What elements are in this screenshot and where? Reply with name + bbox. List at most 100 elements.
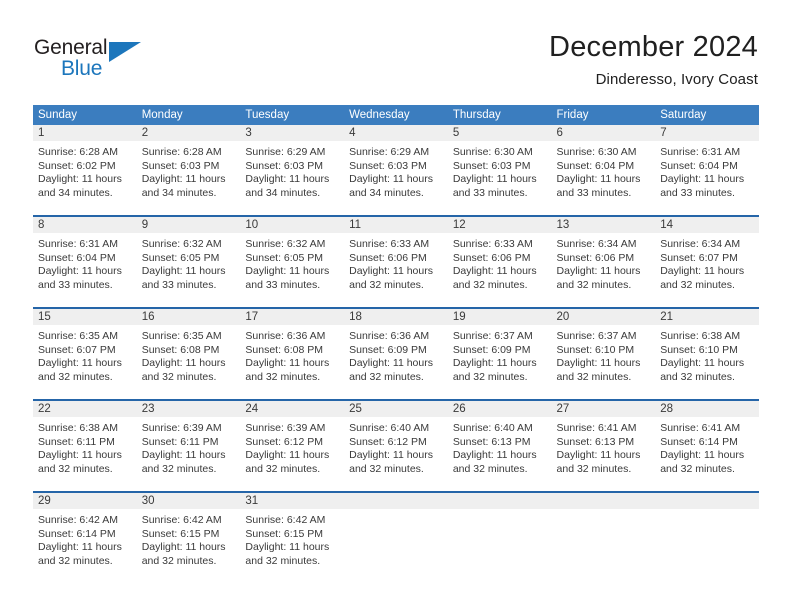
daylight-text-line2: and 32 minutes. <box>245 462 321 475</box>
calendar-day-cell[interactable]: 7 Sunrise: 6:31 AM Sunset: 6:04 PM Daylight… <box>655 125 759 207</box>
sunset-text: Sunset: 6:10 PM <box>556 343 635 356</box>
calendar-week-cells: 22 Sunrise: 6:38 AM Sunset: 6:11 PM Dayligh… <box>33 401 759 483</box>
day-details: Sunrise: 6:37 AM Sunset: 6:09 PM Daylight:… <box>447 325 552 385</box>
calendar-day-cell-empty <box>447 493 552 575</box>
calendar-day-cell[interactable]: 27 Sunrise: 6:41 AM Sunset: 6:13 PM Dayligh… <box>551 401 656 483</box>
calendar-day-cell[interactable]: 14 Sunrise: 6:34 AM Sunset: 6:07 PM Dayligh… <box>655 217 759 299</box>
calendar-day-cell[interactable]: 10 Sunrise: 6:32 AM Sunset: 6:05 PM Dayligh… <box>240 217 345 299</box>
calendar-day-cell[interactable]: 31 Sunrise: 6:42 AM Sunset: 6:15 PM Dayligh… <box>240 493 345 575</box>
day-number: 17 <box>240 309 345 325</box>
sunset-text: Sunset: 6:13 PM <box>556 435 635 448</box>
daylight-text-line2: and 32 minutes. <box>556 462 632 475</box>
day-details: Sunrise: 6:28 AM Sunset: 6:03 PM Daylight:… <box>136 141 241 201</box>
day-number <box>655 493 759 509</box>
weekday-header-sunday: Sunday <box>38 109 78 121</box>
sunrise-text: Sunrise: 6:32 AM <box>245 238 326 250</box>
sunset-text: Sunset: 6:06 PM <box>556 251 635 264</box>
calendar-day-cell[interactable]: 18 Sunrise: 6:36 AM Sunset: 6:09 PM Dayligh… <box>344 309 448 391</box>
daylight-text-line2: and 32 minutes. <box>452 370 528 383</box>
sunrise-text: Sunrise: 6:38 AM <box>660 330 741 342</box>
daylight-text-line1: Daylight: 11 hours <box>452 357 537 370</box>
calendar-day-cell[interactable]: 4 Sunrise: 6:29 AM Sunset: 6:03 PM Daylight… <box>344 125 448 207</box>
daylight-text-line2: and 33 minutes. <box>245 278 321 291</box>
day-details: Sunrise: 6:32 AM Sunset: 6:05 PM Daylight:… <box>240 233 345 293</box>
calendar-day-cell[interactable]: 25 Sunrise: 6:40 AM Sunset: 6:12 PM Dayligh… <box>344 401 448 483</box>
daylight-text-line2: and 33 minutes. <box>141 278 217 291</box>
daylight-text-line2: and 32 minutes. <box>141 370 217 383</box>
calendar-day-cell[interactable]: 15 Sunrise: 6:35 AM Sunset: 6:07 PM Dayligh… <box>33 309 137 391</box>
calendar-day-cell[interactable]: 20 Sunrise: 6:37 AM Sunset: 6:10 PM Dayligh… <box>551 309 656 391</box>
sunrise-text: Sunrise: 6:37 AM <box>452 330 533 342</box>
daylight-text-line1: Daylight: 11 hours <box>452 265 537 278</box>
day-number: 26 <box>447 401 552 417</box>
sunset-text: Sunset: 6:04 PM <box>660 159 738 172</box>
calendar-day-cell[interactable]: 21 Sunrise: 6:38 AM Sunset: 6:10 PM Dayligh… <box>655 309 759 391</box>
day-number: 11 <box>344 217 448 233</box>
day-details: Sunrise: 6:38 AM Sunset: 6:10 PM Daylight:… <box>655 325 759 385</box>
calendar-day-cell[interactable]: 12 Sunrise: 6:33 AM Sunset: 6:06 PM Dayligh… <box>447 217 552 299</box>
sunrise-text: Sunrise: 6:35 AM <box>141 330 222 342</box>
day-details: Sunrise: 6:32 AM Sunset: 6:05 PM Daylight:… <box>136 233 241 293</box>
daylight-text-line1: Daylight: 11 hours <box>556 357 641 370</box>
sunset-text: Sunset: 6:07 PM <box>660 251 738 264</box>
day-details: Sunrise: 6:39 AM Sunset: 6:11 PM Daylight:… <box>136 417 241 477</box>
calendar-day-cell[interactable]: 11 Sunrise: 6:33 AM Sunset: 6:06 PM Dayligh… <box>344 217 448 299</box>
calendar-day-cell[interactable]: 13 Sunrise: 6:34 AM Sunset: 6:06 PM Dayligh… <box>551 217 656 299</box>
daylight-text-line1: Daylight: 11 hours <box>452 173 537 186</box>
weekday-header-thursday: Thursday <box>452 109 501 121</box>
weekday-header-monday: Monday <box>141 109 183 121</box>
calendar-day-cell[interactable]: 24 Sunrise: 6:39 AM Sunset: 6:12 PM Dayligh… <box>240 401 345 483</box>
page-title: December 2024 <box>549 31 758 63</box>
daylight-text-line1: Daylight: 11 hours <box>556 449 641 462</box>
daylight-text-line2: and 32 minutes. <box>38 462 113 475</box>
sunset-text: Sunset: 6:08 PM <box>245 343 324 356</box>
calendar-day-cell[interactable]: 2 Sunrise: 6:28 AM Sunset: 6:03 PM Daylight… <box>136 125 241 207</box>
calendar-day-cell[interactable]: 9 Sunrise: 6:32 AM Sunset: 6:05 PM Daylight… <box>136 217 241 299</box>
sunrise-text: Sunrise: 6:36 AM <box>349 330 430 342</box>
day-details: Sunrise: 6:41 AM Sunset: 6:13 PM Daylight:… <box>551 417 656 477</box>
daylight-text-line2: and 32 minutes. <box>38 554 113 567</box>
calendar-day-cell[interactable]: 5 Sunrise: 6:30 AM Sunset: 6:03 PM Daylight… <box>447 125 552 207</box>
calendar-week-cells: 15 Sunrise: 6:35 AM Sunset: 6:07 PM Dayligh… <box>33 309 759 391</box>
sunset-text: Sunset: 6:08 PM <box>141 343 220 356</box>
daylight-text-line2: and 32 minutes. <box>556 278 632 291</box>
daylight-text-line1: Daylight: 11 hours <box>452 449 537 462</box>
sunrise-text: Sunrise: 6:30 AM <box>452 146 533 158</box>
daylight-text-line2: and 33 minutes. <box>660 186 735 199</box>
sunrise-text: Sunrise: 6:30 AM <box>556 146 637 158</box>
daylight-text-line2: and 32 minutes. <box>660 370 735 383</box>
sunrise-text: Sunrise: 6:40 AM <box>349 422 430 434</box>
daylight-text-line1: Daylight: 11 hours <box>38 357 122 370</box>
calendar-day-cell[interactable]: 3 Sunrise: 6:29 AM Sunset: 6:03 PM Daylight… <box>240 125 345 207</box>
daylight-text-line1: Daylight: 11 hours <box>38 173 122 186</box>
sunrise-text: Sunrise: 6:33 AM <box>349 238 430 250</box>
calendar-day-cell[interactable]: 16 Sunrise: 6:35 AM Sunset: 6:08 PM Dayligh… <box>136 309 241 391</box>
daylight-text-line2: and 32 minutes. <box>141 462 217 475</box>
sunset-text: Sunset: 6:09 PM <box>452 343 531 356</box>
calendar-day-cell[interactable]: 23 Sunrise: 6:39 AM Sunset: 6:11 PM Dayligh… <box>136 401 241 483</box>
daylight-text-line1: Daylight: 11 hours <box>38 265 122 278</box>
calendar-day-cell[interactable]: 22 Sunrise: 6:38 AM Sunset: 6:11 PM Dayligh… <box>33 401 137 483</box>
calendar-day-cell[interactable]: 30 Sunrise: 6:42 AM Sunset: 6:15 PM Dayligh… <box>136 493 241 575</box>
calendar-day-cell[interactable]: 28 Sunrise: 6:41 AM Sunset: 6:14 PM Dayligh… <box>655 401 759 483</box>
calendar-day-cell[interactable]: 19 Sunrise: 6:37 AM Sunset: 6:09 PM Dayligh… <box>447 309 552 391</box>
calendar-day-cell[interactable]: 1 Sunrise: 6:28 AM Sunset: 6:02 PM Daylight… <box>33 125 137 207</box>
calendar-day-cell[interactable]: 8 Sunrise: 6:31 AM Sunset: 6:04 PM Daylight… <box>33 217 137 299</box>
day-details <box>447 509 552 514</box>
daylight-text-line1: Daylight: 11 hours <box>141 265 226 278</box>
calendar-day-cell[interactable]: 26 Sunrise: 6:40 AM Sunset: 6:13 PM Dayligh… <box>447 401 552 483</box>
daylight-text-line2: and 34 minutes. <box>245 186 321 199</box>
calendar-day-cell[interactable]: 29 Sunrise: 6:42 AM Sunset: 6:14 PM Dayligh… <box>33 493 137 575</box>
generalblue-logo[interactable]: General Blue <box>34 36 164 84</box>
weekday-header-row: Sunday Monday Tuesday Wednesday Thursday… <box>33 105 759 125</box>
daylight-text-line1: Daylight: 11 hours <box>245 173 330 186</box>
sunset-text: Sunset: 6:10 PM <box>660 343 738 356</box>
day-details: Sunrise: 6:34 AM Sunset: 6:07 PM Daylight:… <box>655 233 759 293</box>
calendar-day-cell[interactable]: 17 Sunrise: 6:36 AM Sunset: 6:08 PM Dayligh… <box>240 309 345 391</box>
sunrise-text: Sunrise: 6:37 AM <box>556 330 637 342</box>
sunset-text: Sunset: 6:06 PM <box>452 251 531 264</box>
sunset-text: Sunset: 6:12 PM <box>349 435 427 448</box>
calendar-day-cell[interactable]: 6 Sunrise: 6:30 AM Sunset: 6:04 PM Daylight… <box>551 125 656 207</box>
weekday-header-friday: Friday <box>556 109 589 121</box>
day-details: Sunrise: 6:40 AM Sunset: 6:13 PM Daylight:… <box>447 417 552 477</box>
